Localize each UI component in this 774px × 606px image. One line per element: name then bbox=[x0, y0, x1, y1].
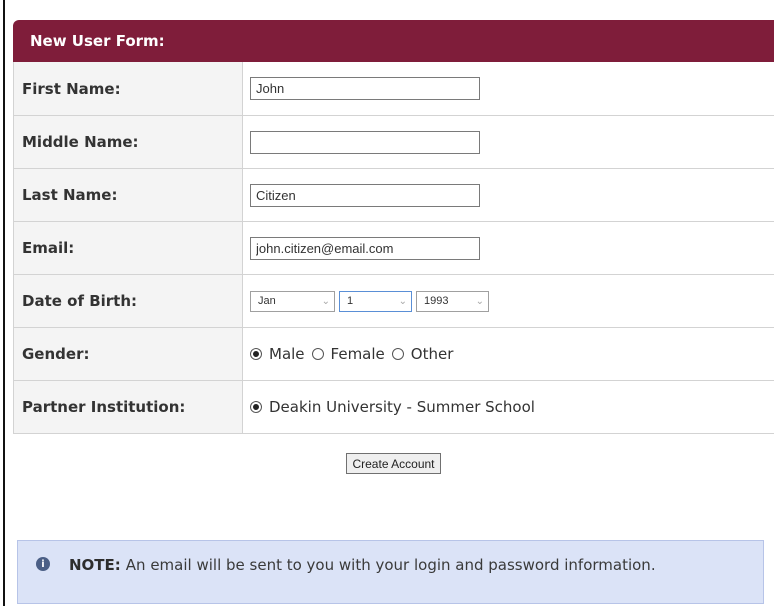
dob-month-select[interactable]: Jan ⌄ bbox=[250, 290, 335, 312]
email-input[interactable] bbox=[250, 236, 480, 260]
submit-area: Create Account bbox=[13, 453, 774, 474]
form-row-email: Email: bbox=[13, 222, 774, 275]
middle-name-input[interactable] bbox=[250, 130, 480, 154]
middle-name-label: Middle Name: bbox=[14, 116, 243, 168]
note-label: NOTE: bbox=[69, 556, 121, 574]
first-name-label: First Name: bbox=[14, 62, 243, 115]
info-icon: i bbox=[36, 557, 50, 571]
form-row-gender: Gender: Male Female Other bbox=[13, 328, 774, 381]
gender-female-radio[interactable] bbox=[311, 348, 324, 360]
dob-day-select[interactable]: 1 ⌄ bbox=[339, 290, 412, 312]
form-row-first-name: First Name: bbox=[13, 62, 774, 116]
note-text: NOTE: An email will be sent to you with y… bbox=[69, 555, 656, 575]
gender-male-label: Male bbox=[269, 345, 305, 363]
gender-radio-group: Male Female Other bbox=[250, 345, 460, 363]
dob-selects: Jan ⌄ 1 ⌄ 1993 ⌄ bbox=[250, 290, 489, 312]
note-message: An email will be sent to you with your l… bbox=[125, 556, 656, 574]
partner-deakin-radio[interactable] bbox=[250, 401, 262, 413]
partner-deakin-label: Deakin University - Summer School bbox=[269, 398, 535, 416]
new-user-form: New User Form: First Name: Middle Name: … bbox=[13, 20, 774, 474]
window-frame-edge bbox=[3, 0, 5, 606]
gender-other-radio[interactable] bbox=[391, 348, 404, 360]
form-row-middle-name: Middle Name: bbox=[13, 116, 774, 169]
email-label: Email: bbox=[14, 222, 243, 274]
chevron-down-icon: ⌄ bbox=[475, 295, 484, 307]
gender-male-radio[interactable] bbox=[250, 348, 262, 360]
chevron-down-icon: ⌄ bbox=[398, 295, 407, 307]
gender-label: Gender: bbox=[14, 328, 243, 380]
gender-other-label: Other bbox=[410, 345, 454, 363]
dob-day-value: 1 bbox=[347, 295, 354, 307]
form-title: New User Form: bbox=[30, 32, 165, 50]
partner-label: Partner Institution: bbox=[14, 381, 243, 433]
form-row-dob: Date of Birth: Jan ⌄ 1 ⌄ 1993 ⌄ bbox=[13, 275, 774, 328]
dob-year-value: 1993 bbox=[424, 295, 449, 307]
dob-label: Date of Birth: bbox=[14, 275, 243, 327]
form-row-last-name: Last Name: bbox=[13, 169, 774, 222]
create-account-button[interactable]: Create Account bbox=[346, 453, 441, 474]
chevron-down-icon: ⌄ bbox=[321, 295, 330, 307]
note-box: i NOTE: An email will be sent to you with… bbox=[17, 540, 764, 604]
partner-radio-group: Deakin University - Summer School bbox=[250, 398, 535, 416]
gender-female-label: Female bbox=[330, 345, 385, 363]
form-header: New User Form: bbox=[13, 20, 774, 62]
last-name-label: Last Name: bbox=[14, 169, 243, 221]
form-row-partner: Partner Institution: Deakin University -… bbox=[13, 381, 774, 434]
first-name-input[interactable] bbox=[250, 77, 480, 100]
dob-month-value: Jan bbox=[258, 295, 276, 307]
last-name-input[interactable] bbox=[250, 183, 480, 207]
dob-year-select[interactable]: 1993 ⌄ bbox=[416, 290, 489, 312]
